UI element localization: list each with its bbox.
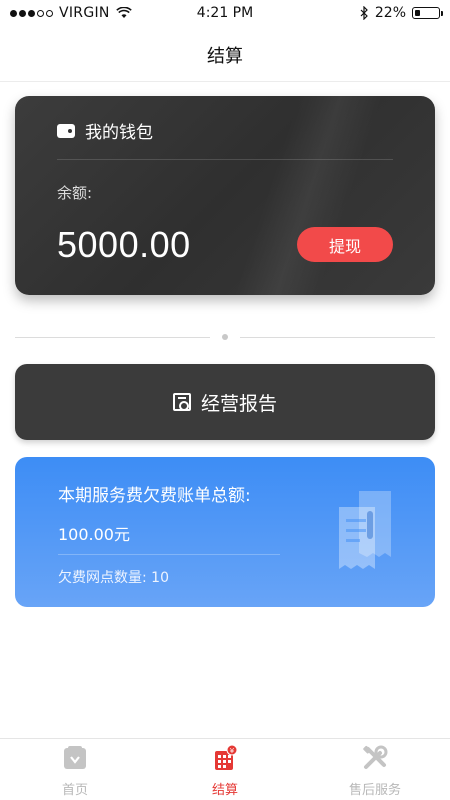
bluetooth-icon — [360, 6, 368, 20]
arrears-outlet-count: 欠费网点数量: 10 — [58, 570, 169, 586]
camera-report-icon — [172, 393, 191, 411]
settlement-screen: VIRGIN 4:21 PM 22% 结算 我的钱包 余额: 5000.00 提… — [0, 0, 450, 800]
nav-bar: 结算 — [0, 28, 450, 82]
balance-amount: 5000.00 — [57, 224, 191, 265]
tab-settlement-label: 结算 — [211, 783, 238, 798]
business-report-button[interactable]: 经营报告 — [15, 364, 435, 440]
status-right: 22% — [359, 5, 443, 21]
business-report-label: 经营报告 — [200, 392, 277, 415]
receipt-icon — [339, 491, 391, 569]
wallet-header: 我的钱包 — [57, 118, 153, 143]
page-title: 结算 — [207, 45, 243, 67]
tools-icon — [363, 745, 388, 769]
section-separator — [15, 334, 435, 340]
tab-settlement[interactable]: ¥ 结算 — [150, 739, 300, 800]
card-sheen — [220, 96, 390, 295]
tab-after-sales[interactable]: 售后服务 — [300, 739, 450, 800]
svg-text:¥: ¥ — [230, 747, 235, 755]
battery-icon — [412, 7, 443, 19]
tab-bar: 首页 ¥ 结算 售后服务 — [0, 738, 450, 800]
bill-divider — [58, 554, 280, 555]
tab-home[interactable]: 首页 — [0, 739, 150, 800]
balance-label: 余额: — [57, 184, 93, 202]
home-bag-icon — [64, 746, 86, 769]
wallet-card: 我的钱包 余额: 5000.00 提现 — [15, 96, 435, 295]
status-bar: VIRGIN 4:21 PM 22% — [0, 0, 450, 28]
battery-percent: 22% — [374, 5, 406, 21]
tab-home-label: 首页 — [61, 783, 88, 798]
bill-title: 本期服务费欠费账单总额: — [58, 486, 251, 506]
bill-amount: 100.00元 — [58, 525, 130, 544]
wallet-divider — [57, 159, 393, 160]
wallet-title: 我的钱包 — [85, 123, 153, 143]
tab-after-sales-label: 售后服务 — [348, 783, 401, 798]
arrears-bill-card[interactable]: 本期服务费欠费账单总额: 100.00元 欠费网点数量: 10 — [15, 457, 435, 607]
withdraw-button[interactable]: 提现 — [297, 227, 393, 262]
settlement-icon: ¥ — [215, 745, 238, 770]
wallet-icon — [57, 123, 75, 138]
